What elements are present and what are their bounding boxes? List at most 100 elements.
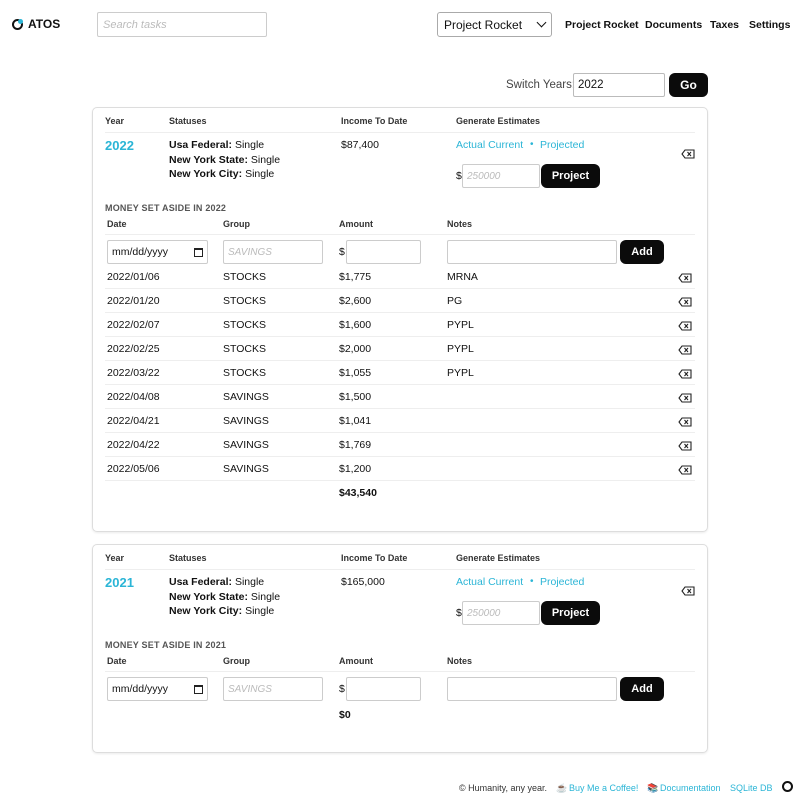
divider (105, 234, 695, 235)
delete-entry-icon[interactable] (678, 465, 692, 475)
chevron-down-icon (536, 17, 547, 28)
status-value: Single (234, 576, 265, 588)
row-divider (105, 432, 695, 433)
notes-input[interactable] (447, 240, 617, 264)
group-input[interactable]: SAVINGS (223, 240, 323, 264)
col-income: Income To Date (341, 116, 408, 126)
entry-notes: PYPL (447, 367, 474, 379)
documentation-link[interactable]: Documentation (660, 783, 721, 793)
status-value: Single (245, 605, 275, 617)
entry-amount: $2,000 (339, 343, 372, 355)
separator-dot: • (530, 576, 534, 587)
estimate-input[interactable]: 250000 (462, 164, 540, 188)
col-group: Group (223, 219, 250, 229)
group-placeholder: SAVINGS (228, 246, 272, 258)
entry-amount: $1,200 (339, 463, 372, 475)
add-button[interactable]: Add (620, 240, 664, 264)
delete-entry-icon[interactable] (678, 393, 692, 403)
delete-year-icon[interactable] (681, 149, 695, 159)
entry-date: 2022/03/22 (107, 367, 160, 379)
entry-amount: $1,055 (339, 367, 372, 379)
divider (105, 671, 695, 672)
nav-documents[interactable]: Documents (645, 19, 702, 31)
add-button[interactable]: Add (620, 677, 664, 701)
entry-group: SAVINGS (223, 391, 269, 403)
nav-settings[interactable]: Settings (749, 19, 790, 31)
dollar-sign: $ (339, 683, 345, 695)
project-button[interactable]: Project (541, 601, 600, 625)
go-button[interactable]: Go (669, 73, 708, 97)
separator-dot: • (530, 139, 534, 150)
delete-entry-icon[interactable] (678, 441, 692, 451)
entry-amount: $1,041 (339, 415, 372, 427)
status-list: Usa Federal: Single New York State: Sing… (169, 138, 280, 182)
nav-taxes[interactable]: Taxes (710, 19, 739, 31)
col-group: Group (223, 656, 250, 666)
book-icon: 📚 (647, 783, 659, 793)
col-year: Year (105, 116, 125, 126)
status-label: New York State: (169, 153, 248, 166)
year-link[interactable]: 2022 (105, 138, 134, 153)
entry-group: SAVINGS (223, 439, 269, 451)
divider (105, 132, 695, 133)
entry-amount: $1,500 (339, 391, 372, 403)
top-bar: ATOS Project Rocket Project Rocket Docum… (0, 0, 800, 50)
amount-input[interactable] (346, 677, 421, 701)
status-label: Usa Federal: (169, 576, 233, 588)
year-card-2021: Year Statuses Income To Date Generate Es… (92, 544, 708, 753)
status-label: New York City: (169, 168, 243, 180)
copyright-text: © Humanity, any year. (459, 783, 548, 793)
group-input[interactable]: SAVINGS (223, 677, 323, 701)
entry-date: 2022/04/21 (107, 415, 160, 427)
project-select[interactable]: Project Rocket (437, 12, 552, 37)
app-logo[interactable]: ATOS (12, 17, 60, 31)
status-value: Single (250, 153, 281, 166)
date-placeholder: mm/dd/yyyy (112, 246, 169, 258)
nav-project[interactable]: Project Rocket (565, 19, 639, 31)
status-label: New York State: (169, 590, 248, 603)
delete-entry-icon[interactable] (678, 297, 692, 307)
delete-entry-icon[interactable] (678, 369, 692, 379)
dollar-sign: $ (456, 607, 462, 619)
year-input[interactable]: 2022 (573, 73, 665, 97)
col-statuses: Statuses (169, 553, 207, 563)
switch-years-label: Switch Years: (506, 79, 576, 91)
entry-amount: $2,600 (339, 295, 372, 307)
entry-date: 2022/04/22 (107, 439, 160, 451)
estimate-input[interactable]: 250000 (462, 601, 540, 625)
col-notes: Notes (447, 219, 473, 229)
date-input[interactable]: mm/dd/yyyy (107, 677, 208, 701)
delete-entry-icon[interactable] (678, 321, 692, 331)
status-label: Usa Federal: (169, 139, 233, 151)
search-input[interactable] (97, 12, 267, 37)
row-divider (105, 480, 695, 481)
notes-input[interactable] (447, 677, 617, 701)
sqlite-db-link[interactable]: SQLite DB (730, 783, 773, 793)
amount-input[interactable] (346, 240, 421, 264)
calendar-icon[interactable] (194, 247, 203, 257)
entry-group: SAVINGS (223, 415, 269, 427)
col-income: Income To Date (341, 553, 408, 563)
entry-date: 2022/02/25 (107, 343, 160, 355)
buy-coffee-link[interactable]: Buy Me a Coffee! (569, 783, 638, 793)
col-estimates: Generate Estimates (456, 553, 541, 563)
section-title: MONEY SET ASIDE IN 2022 (105, 203, 227, 213)
year-link[interactable]: 2021 (105, 575, 134, 590)
logo-icon (12, 18, 23, 30)
delete-year-icon[interactable] (681, 586, 695, 596)
delete-entry-icon[interactable] (678, 345, 692, 355)
delete-entry-icon[interactable] (678, 273, 692, 283)
actual-current-link[interactable]: Actual Current (456, 576, 523, 588)
project-button[interactable]: Project (541, 164, 600, 188)
footer-logo-icon[interactable] (782, 781, 793, 792)
calendar-icon[interactable] (194, 684, 203, 694)
entry-date: 2022/01/06 (107, 271, 160, 283)
projected-link[interactable]: Projected (540, 576, 584, 588)
col-notes: Notes (447, 656, 473, 666)
divider (105, 569, 695, 570)
delete-entry-icon[interactable] (678, 417, 692, 427)
entry-notes: MRNA (447, 271, 478, 283)
projected-link[interactable]: Projected (540, 139, 584, 151)
actual-current-link[interactable]: Actual Current (456, 139, 523, 151)
date-input[interactable]: mm/dd/yyyy (107, 240, 208, 264)
